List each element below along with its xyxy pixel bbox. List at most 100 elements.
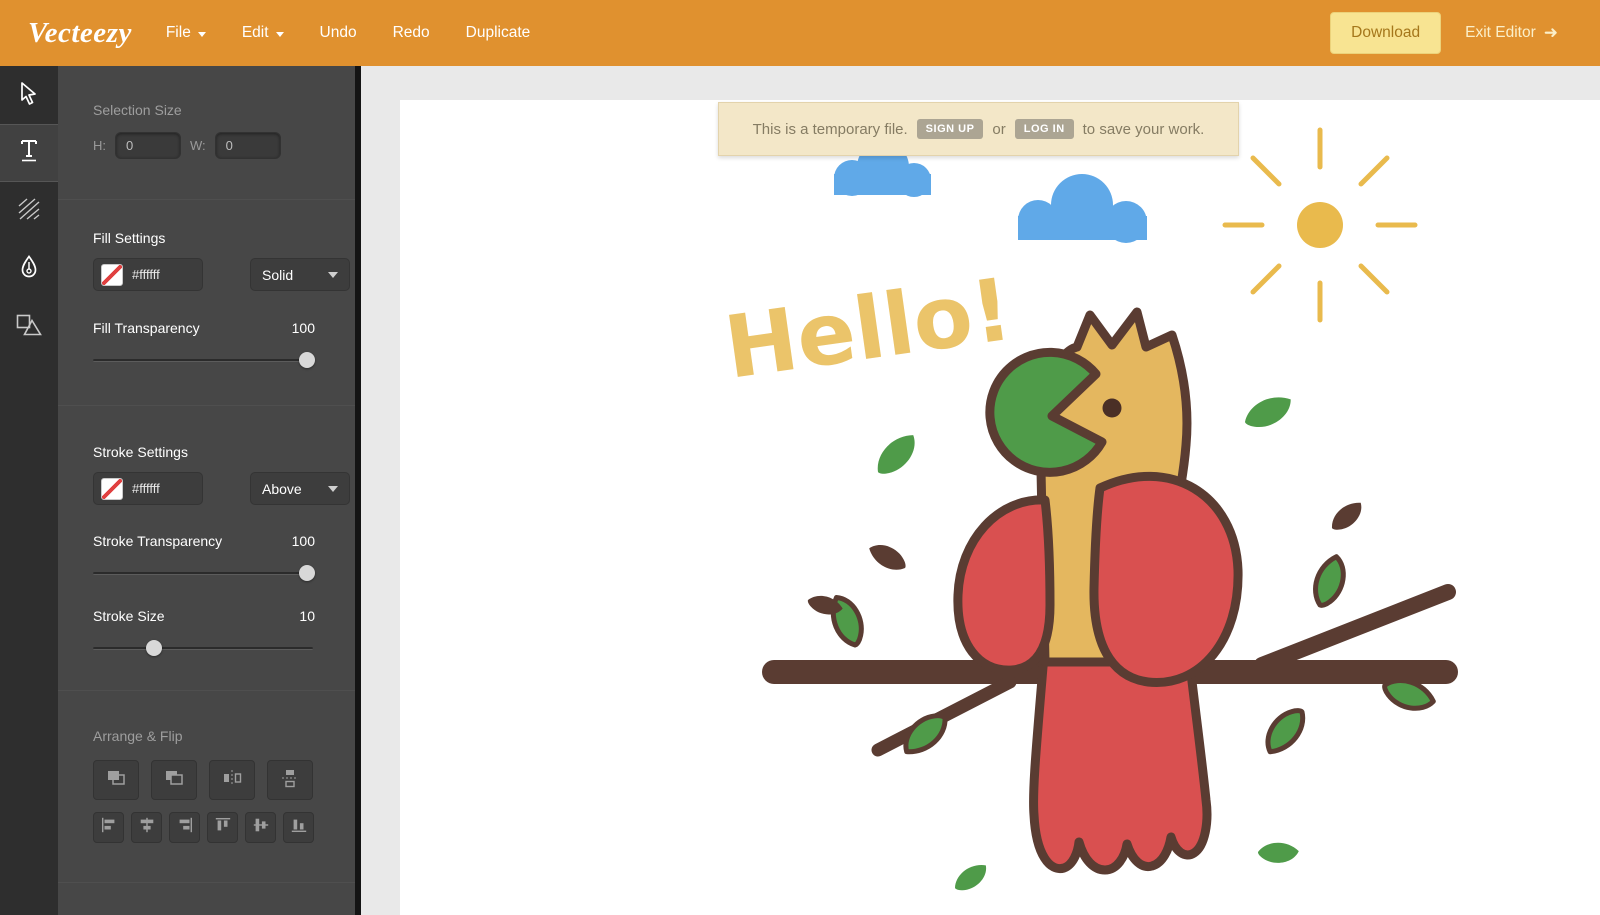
align-center-horizontal-icon — [138, 816, 156, 839]
caret-down-icon — [328, 485, 338, 492]
menu-redo[interactable]: Redo — [393, 24, 430, 42]
pattern-tool-button[interactable] — [0, 182, 58, 240]
fill-transparency-slider[interactable] — [93, 352, 315, 368]
cursor-icon — [19, 81, 39, 110]
arrow-right-icon: ➜ — [1543, 23, 1558, 42]
stroke-position-dropdown[interactable]: Above — [250, 472, 350, 505]
divider — [58, 882, 355, 883]
pen-tool-button[interactable] — [0, 240, 58, 298]
fill-style-value: Solid — [262, 266, 294, 283]
bring-forward-button[interactable] — [93, 760, 139, 800]
toolstrip — [0, 66, 58, 915]
parrot-right-wing — [1089, 471, 1243, 687]
flip-horizontal-icon — [222, 768, 242, 793]
bring-forward-icon — [106, 768, 126, 793]
parrot-left-wing — [953, 495, 1055, 675]
slider-thumb[interactable] — [145, 640, 162, 656]
align-bottom-button[interactable] — [283, 812, 314, 843]
stroke-settings-title: Stroke Settings — [93, 444, 188, 460]
align-center-horizontal-button[interactable] — [131, 812, 162, 843]
align-left-button[interactable] — [93, 812, 124, 843]
banner-text-prefix: This is a temporary file. — [752, 120, 908, 138]
selection-size-inputs: H: W: — [93, 132, 281, 159]
stroke-size-value: 10 — [299, 608, 315, 624]
caret-down-icon — [275, 31, 284, 37]
text-icon — [18, 138, 40, 168]
canvas-area: This is a temporary file. SIGN UP or LOG… — [361, 66, 1600, 915]
stroke-transparency-slider[interactable] — [93, 565, 315, 581]
stroke-transparency-label: Stroke Transparency — [93, 533, 223, 549]
align-right-icon — [176, 816, 194, 839]
flip-horizontal-button[interactable] — [209, 760, 255, 800]
slider-track — [93, 647, 313, 650]
align-middle-icon — [252, 816, 270, 839]
slider-track — [93, 572, 313, 575]
arrange-flip-title: Arrange & Flip — [93, 728, 183, 744]
slider-thumb[interactable] — [299, 565, 315, 581]
height-label: H: — [93, 138, 106, 153]
fill-style-dropdown[interactable]: Solid — [250, 258, 350, 291]
signup-button[interactable]: SIGN UP — [916, 119, 984, 139]
selection-size-title: Selection Size — [93, 102, 182, 118]
exit-editor-button[interactable]: Exit Editor ➜ — [1465, 23, 1558, 43]
menu-duplicate[interactable]: Duplicate — [466, 24, 531, 42]
width-input[interactable] — [214, 132, 281, 159]
divider — [58, 199, 355, 200]
parrot-tail — [1029, 650, 1212, 875]
login-button[interactable]: LOG IN — [1014, 119, 1074, 139]
menu-file[interactable]: File — [166, 24, 206, 42]
menu-undo[interactable]: Undo — [320, 24, 357, 42]
download-button[interactable]: Download — [1330, 12, 1442, 54]
send-backward-icon — [164, 768, 184, 793]
fill-transparency-value: 100 — [291, 320, 315, 336]
exit-editor-label: Exit Editor — [1465, 24, 1536, 41]
stroke-size-slider[interactable] — [93, 640, 313, 656]
stroke-color-hex: #ffffff — [132, 481, 160, 496]
pen-nib-icon — [19, 254, 39, 284]
align-middle-button[interactable] — [245, 812, 276, 843]
parrot-illustration[interactable]: Hello! — [400, 100, 1600, 915]
drawing-canvas[interactable]: This is a temporary file. SIGN UP or LOG… — [400, 100, 1600, 915]
stroke-position-value: Above — [262, 480, 302, 497]
fill-settings-title: Fill Settings — [93, 230, 166, 246]
slider-track — [93, 359, 313, 362]
shapes-icon — [16, 314, 42, 341]
stroke-color-picker[interactable]: #ffffff — [93, 472, 203, 505]
vecteezy-logo: Vecteezy — [28, 16, 132, 49]
slider-thumb[interactable] — [299, 352, 315, 368]
text-tool-button[interactable] — [0, 124, 58, 182]
align-top-button[interactable] — [207, 812, 238, 843]
no-stroke-swatch-icon — [101, 477, 123, 500]
sun — [1222, 127, 1418, 323]
flip-vertical-button[interactable] — [267, 760, 313, 800]
parrot-eye — [1102, 398, 1122, 418]
parrot — [953, 307, 1243, 875]
main-menu: File Edit Undo Redo Duplicate — [166, 24, 530, 42]
caret-down-icon — [197, 31, 206, 37]
menu-edit-label: Edit — [241, 24, 269, 41]
properties-panel: Selection Size H: W: Fill Settings #ffff… — [58, 66, 355, 915]
send-backward-button[interactable] — [151, 760, 197, 800]
fill-transparency-label: Fill Transparency — [93, 320, 200, 336]
shapes-tool-button[interactable] — [0, 298, 58, 356]
hello-text: Hello! — [719, 260, 1018, 399]
select-tool-button[interactable] — [0, 66, 58, 124]
width-label: W: — [190, 138, 206, 153]
fill-color-picker[interactable]: #ffffff — [93, 258, 203, 291]
menu-edit[interactable]: Edit — [242, 24, 284, 42]
caret-down-icon — [328, 271, 338, 278]
hatch-icon — [17, 197, 41, 226]
menu-undo-label: Undo — [319, 24, 357, 41]
menu-file-label: File — [165, 24, 191, 41]
align-left-icon — [100, 816, 118, 839]
align-right-button[interactable] — [169, 812, 200, 843]
temp-file-banner: This is a temporary file. SIGN UP or LOG… — [718, 102, 1239, 156]
workspace: Selection Size H: W: Fill Settings #ffff… — [0, 66, 1600, 915]
fill-color-hex: #ffffff — [132, 267, 160, 282]
stroke-transparency-value: 100 — [291, 533, 315, 549]
topbar: Vecteezy File Edit Undo Redo Duplicate D… — [0, 0, 1600, 66]
no-fill-swatch-icon — [101, 263, 123, 286]
menu-duplicate-label: Duplicate — [465, 24, 531, 41]
height-input[interactable] — [115, 132, 181, 159]
divider — [58, 690, 355, 691]
